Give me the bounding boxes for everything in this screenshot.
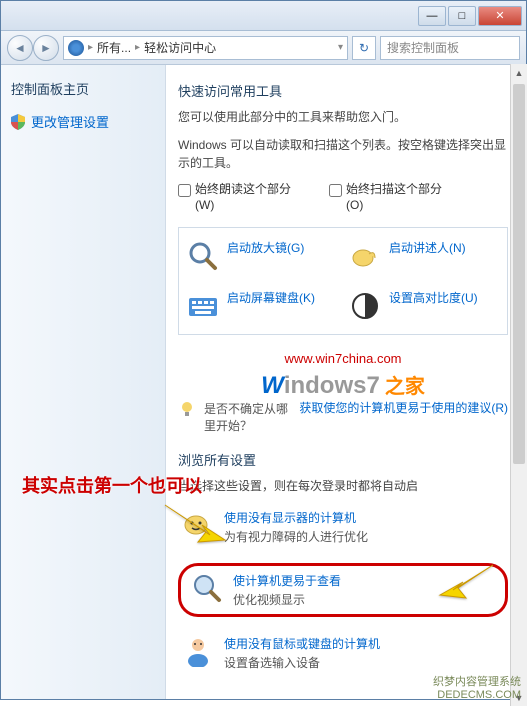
keyboard-icon <box>187 290 219 322</box>
magnifier-icon <box>191 572 223 604</box>
tool-high-contrast[interactable]: 设置高对比度(U) <box>349 290 499 322</box>
arrow-right-icon <box>438 560 498 610</box>
forward-button[interactable]: ► <box>33 35 59 61</box>
checkbox-input[interactable] <box>178 184 191 197</box>
chevron-right-icon: ▸ <box>88 42 93 53</box>
sidebar-link-label: 更改管理设置 <box>31 112 109 131</box>
magnifier-icon <box>187 240 219 272</box>
back-button[interactable]: ◄ <box>7 35 33 61</box>
refresh-button[interactable]: ↻ <box>352 36 376 60</box>
browse-link: 使用没有鼠标或键盘的计算机 <box>224 635 380 652</box>
annotation-text: 其实点击第一个也可以 <box>22 472 202 498</box>
watermark-url: www.win7china.com <box>178 351 508 366</box>
sidebar: 控制面板主页 更改管理设置 <box>1 65 166 699</box>
browse-link: 使计算机更易于查看 <box>233 572 341 589</box>
browse-item-desc: 为有视力障碍的人进行优化 <box>224 528 368 545</box>
checkbox-read-aloud[interactable]: 始终朗读这个部分(W) <box>178 182 305 213</box>
chevron-right-icon: ▸ <box>135 42 140 53</box>
browse-item-desc: 设置备选输入设备 <box>224 654 380 671</box>
tool-grid: 启动放大镜(G) 启动讲述人(N) 启动屏幕键盘(K) <box>178 227 508 335</box>
browse-item-desc: 优化视频显示 <box>233 591 341 608</box>
lightbulb-icon <box>178 400 196 418</box>
quick-desc-1: 您可以使用此部分中的工具来帮助您入门。 <box>178 108 508 126</box>
tool-label: 启动屏幕键盘(K) <box>227 290 315 307</box>
chevron-down-icon[interactable]: ▾ <box>338 42 343 53</box>
path-segment[interactable]: 所有... <box>97 39 131 56</box>
scroll-thumb[interactable] <box>513 84 525 464</box>
checkbox-label: 始终朗读这个部分(W) <box>195 182 305 213</box>
arrow-left-icon <box>160 500 230 555</box>
checkbox-label: 始终扫描这个部分(O) <box>346 182 456 213</box>
quick-access-title: 快速访问常用工具 <box>178 81 508 100</box>
browse-item-no-mouse-keyboard[interactable]: 使用没有鼠标或键盘的计算机 设置备选输入设备 <box>178 631 508 675</box>
path-icon <box>68 40 84 56</box>
shield-icon <box>11 114 25 130</box>
tool-label: 启动讲述人(N) <box>389 240 466 257</box>
close-button[interactable]: ✕ <box>478 6 522 26</box>
addressbar: ◄ ► ▸ 所有... ▸ 轻松访问中心 ▾ ↻ 搜索控制面板 <box>1 31 526 65</box>
search-input[interactable]: 搜索控制面板 <box>380 36 520 60</box>
contrast-icon <box>349 290 381 322</box>
path-segment[interactable]: 轻松访问中心 <box>144 39 216 56</box>
tool-onscreen-keyboard[interactable]: 启动屏幕键盘(K) <box>187 290 337 322</box>
breadcrumb[interactable]: ▸ 所有... ▸ 轻松访问中心 ▾ <box>63 36 348 60</box>
scroll-up-button[interactable]: ▲ <box>511 64 527 81</box>
minimize-button[interactable]: — <box>418 6 446 26</box>
titlebar: — □ ✕ <box>1 1 526 31</box>
quick-desc-2: Windows 可以自动读取和扫描这个列表。按空格键选择突出显示的工具。 <box>178 136 508 172</box>
browse-desc: 当选择这些设置，则在每次登录时都将自动启 <box>178 477 508 495</box>
maximize-button[interactable]: □ <box>448 6 476 26</box>
browse-title: 浏览所有设置 <box>178 450 508 469</box>
tip-text: 是否不确定从哪里开始？ <box>204 400 291 434</box>
tool-label: 启动放大镜(G) <box>227 240 304 257</box>
tool-magnifier[interactable]: 启动放大镜(G) <box>187 240 337 272</box>
vertical-scrollbar[interactable]: ▲ ▼ <box>510 64 527 706</box>
browse-link: 使用没有显示器的计算机 <box>224 509 368 526</box>
tool-label: 设置高对比度(U) <box>389 290 478 307</box>
tool-narrator[interactable]: 启动讲述人(N) <box>349 240 499 272</box>
person-icon <box>182 635 214 667</box>
narrator-icon <box>349 240 381 272</box>
sidebar-item-admin[interactable]: 更改管理设置 <box>11 112 155 131</box>
watermark-logo: Windows7 之家 <box>178 370 508 400</box>
footer-watermark: 织梦内容管理系统 DEDECMS.COM <box>433 676 521 702</box>
checkbox-scan[interactable]: 始终扫描这个部分(O) <box>329 182 456 213</box>
tip-link[interactable]: 获取使您的计算机更易于使用的建议(R) <box>299 400 508 417</box>
sidebar-title[interactable]: 控制面板主页 <box>11 79 155 98</box>
checkbox-input[interactable] <box>329 184 342 197</box>
